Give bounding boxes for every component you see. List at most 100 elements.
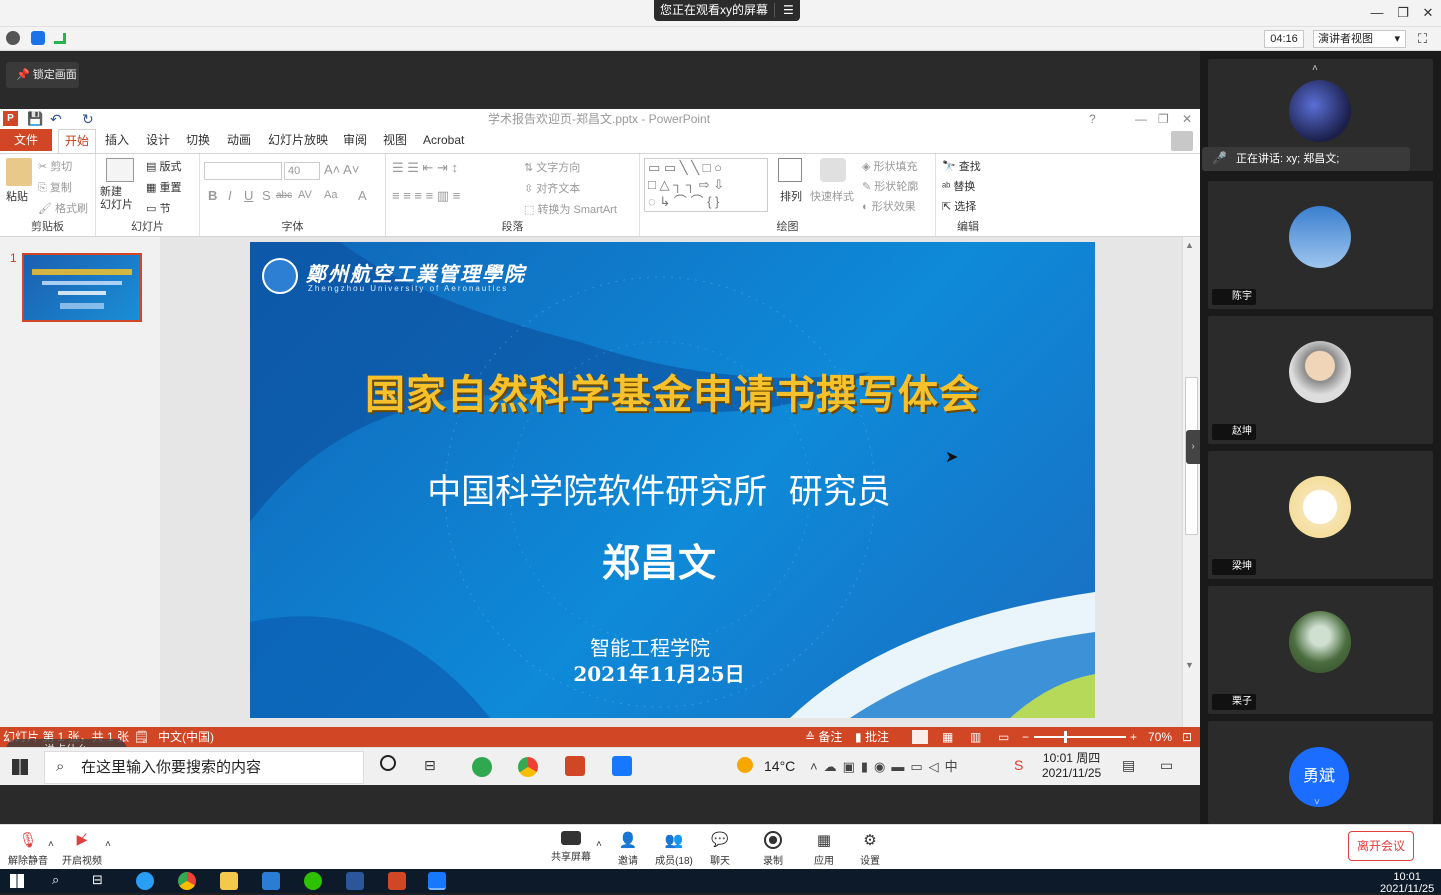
slide-sorter-icon[interactable]: ▦: [942, 727, 953, 747]
slideshow-icon[interactable]: ▭: [998, 727, 1009, 747]
italic-icon[interactable]: I: [228, 188, 232, 203]
replace-button[interactable]: ᵃᵇ 替换: [942, 178, 975, 194]
windows-start-icon[interactable]: [12, 759, 28, 775]
change-case-icon[interactable]: Aa: [324, 189, 337, 201]
chevron-up-icon[interactable]: ˄: [1312, 63, 1318, 74]
font-color-icon[interactable]: A: [358, 188, 367, 203]
shape-effects-button[interactable]: ◐ 形状效果: [862, 198, 916, 214]
participant-tile[interactable]: 陈宇: [1208, 181, 1433, 309]
arrange-icon[interactable]: [778, 158, 802, 182]
tab-view[interactable]: 视图: [383, 129, 407, 151]
quick-styles-button[interactable]: 快速样式: [810, 188, 854, 204]
redo-icon[interactable]: ↻: [82, 109, 94, 129]
zoom-slider[interactable]: [1034, 736, 1126, 738]
folder-icon[interactable]: [220, 872, 238, 890]
chevron-up-icon[interactable]: ˄: [105, 839, 111, 850]
task-view-icon[interactable]: ⊟: [92, 872, 103, 888]
fit-slide-icon[interactable]: ⊡: [1182, 727, 1192, 747]
format-painter-button[interactable]: 🖌 格式刷: [38, 200, 88, 216]
ie-icon[interactable]: [472, 757, 492, 777]
share-screen-button[interactable]: 共享屏幕: [543, 829, 599, 863]
normal-view-icon[interactable]: [912, 730, 928, 744]
restore-icon[interactable]: ❐: [1393, 4, 1413, 22]
tab-acrobat[interactable]: Acrobat: [423, 129, 464, 151]
search-icon[interactable]: ⌕: [52, 872, 59, 888]
text-direction-button[interactable]: ⇅ 文字方向: [524, 159, 580, 175]
grow-font-icon[interactable]: A˄ A˅: [324, 162, 359, 177]
notes-button[interactable]: ≙ 备注: [805, 727, 842, 747]
zoom-out-icon[interactable]: −: [1022, 727, 1029, 747]
tab-slideshow[interactable]: 幻灯片放映: [268, 129, 328, 151]
shield-icon[interactable]: [31, 31, 45, 45]
chevron-down-icon[interactable]: ˅: [1314, 797, 1320, 808]
layout-button[interactable]: ▤ 版式: [146, 158, 181, 174]
zoom-in-icon[interactable]: +: [1130, 727, 1137, 747]
language-indicator[interactable]: 中文(中国): [158, 727, 214, 747]
participant-tile[interactable]: 栗子: [1208, 586, 1433, 714]
signal-icon[interactable]: [54, 33, 66, 44]
align-icons[interactable]: ≡ ≡ ≡ ≡ ▥ ≡: [392, 188, 460, 204]
menu-icon[interactable]: ☰: [774, 3, 794, 17]
cortana-icon[interactable]: [380, 755, 396, 771]
vertical-scrollbar[interactable]: ▲ ▼: [1182, 237, 1200, 727]
participant-tile[interactable]: 梁坤: [1208, 451, 1433, 579]
section-button[interactable]: ▭ 节: [146, 200, 170, 216]
chevron-up-icon[interactable]: ˄: [48, 839, 54, 850]
ppt-close-icon[interactable]: ✕: [1182, 109, 1192, 129]
slide-thumbnail[interactable]: [22, 253, 142, 322]
shapes-gallery[interactable]: ▭ ▭ ╲ ╲ □ ○ □ △ ┐ ┐ ⇨ ⇩ ◌ ↳ ⌒ ⌒ { }: [644, 158, 768, 212]
tab-design[interactable]: 设计: [146, 129, 170, 151]
close-icon[interactable]: ✕: [1418, 4, 1438, 22]
account-avatar[interactable]: [1171, 131, 1193, 151]
bullets-icon[interactable]: ☰ ☰ ⇤ ⇥ ↕: [392, 160, 458, 176]
shadow-icon[interactable]: S: [262, 188, 271, 203]
watching-indicator[interactable]: 您正在观看xy的屏幕 ☰: [654, 0, 800, 21]
arrange-button[interactable]: 排列: [780, 188, 802, 204]
paste-button[interactable]: 粘贴: [6, 188, 28, 204]
tab-review[interactable]: 审阅: [343, 129, 367, 151]
copy-button[interactable]: ⎘ 复制: [38, 179, 72, 195]
wechat-icon[interactable]: [304, 872, 322, 890]
bold-icon[interactable]: B: [208, 188, 217, 203]
windows-start-icon[interactable]: [10, 874, 24, 888]
font-name-input[interactable]: [204, 162, 282, 180]
tray-clock[interactable]: 10:01 周四 2021/11/25: [1042, 751, 1101, 781]
meeting-app-icon[interactable]: [612, 756, 632, 776]
reading-view-icon[interactable]: ▥: [970, 727, 981, 747]
underline-icon[interactable]: U: [244, 188, 253, 203]
cut-button[interactable]: ✂ 剪切: [38, 158, 72, 174]
notes-tray-icon[interactable]: ▤: [1122, 757, 1135, 774]
word-icon[interactable]: [346, 872, 364, 890]
select-button[interactable]: ⇱ 选择: [942, 198, 976, 214]
video-button[interactable]: ▶̸ 开启视频: [54, 829, 110, 867]
edge-icon[interactable]: [136, 872, 154, 890]
strikethrough-icon[interactable]: abc: [276, 190, 292, 201]
minimize-icon[interactable]: —: [1367, 4, 1387, 22]
tab-file[interactable]: 文件: [0, 129, 52, 151]
ppt-minimize-icon[interactable]: —: [1135, 109, 1147, 129]
new-slide-button[interactable]: 新建 幻灯片: [100, 186, 133, 212]
participant-tile[interactable]: 勇斌 ˅: [1208, 721, 1433, 824]
comments-button[interactable]: ▮ 批注: [855, 727, 889, 747]
zoom-slider-thumb[interactable]: [1064, 731, 1067, 743]
leave-meeting-button[interactable]: 离开会议: [1348, 831, 1414, 861]
participant-tile[interactable]: 赵坤: [1208, 316, 1433, 444]
undo-icon[interactable]: ↶: [50, 109, 62, 129]
char-spacing-icon[interactable]: AV: [298, 189, 312, 201]
tab-insert[interactable]: 插入: [105, 129, 129, 151]
quick-styles-icon[interactable]: [820, 158, 846, 182]
task-view-icon[interactable]: ⊟: [424, 757, 436, 774]
info-icon[interactable]: [6, 31, 20, 45]
view-mode-dropdown[interactable]: 演讲者视图 ▾: [1313, 30, 1406, 48]
help-icon[interactable]: ?: [1089, 109, 1096, 129]
tab-animations[interactable]: 动画: [227, 129, 251, 151]
chrome-icon[interactable]: [178, 872, 196, 890]
smartart-button[interactable]: ⬚ 转换为 SmartArt: [524, 201, 617, 217]
meeting-app-icon[interactable]: [428, 872, 446, 890]
save-icon[interactable]: 💾: [27, 109, 43, 129]
lock-screen-button[interactable]: 📌 锁定画面: [6, 62, 79, 88]
collapse-panel-icon[interactable]: ›: [1186, 430, 1200, 464]
slide-canvas[interactable]: 鄭州航空工業管理學院 Zhengzhou University of Aeron…: [250, 242, 1095, 718]
sogou-icon[interactable]: S: [1014, 757, 1023, 773]
ppt-restore-icon[interactable]: ❐: [1158, 109, 1169, 129]
